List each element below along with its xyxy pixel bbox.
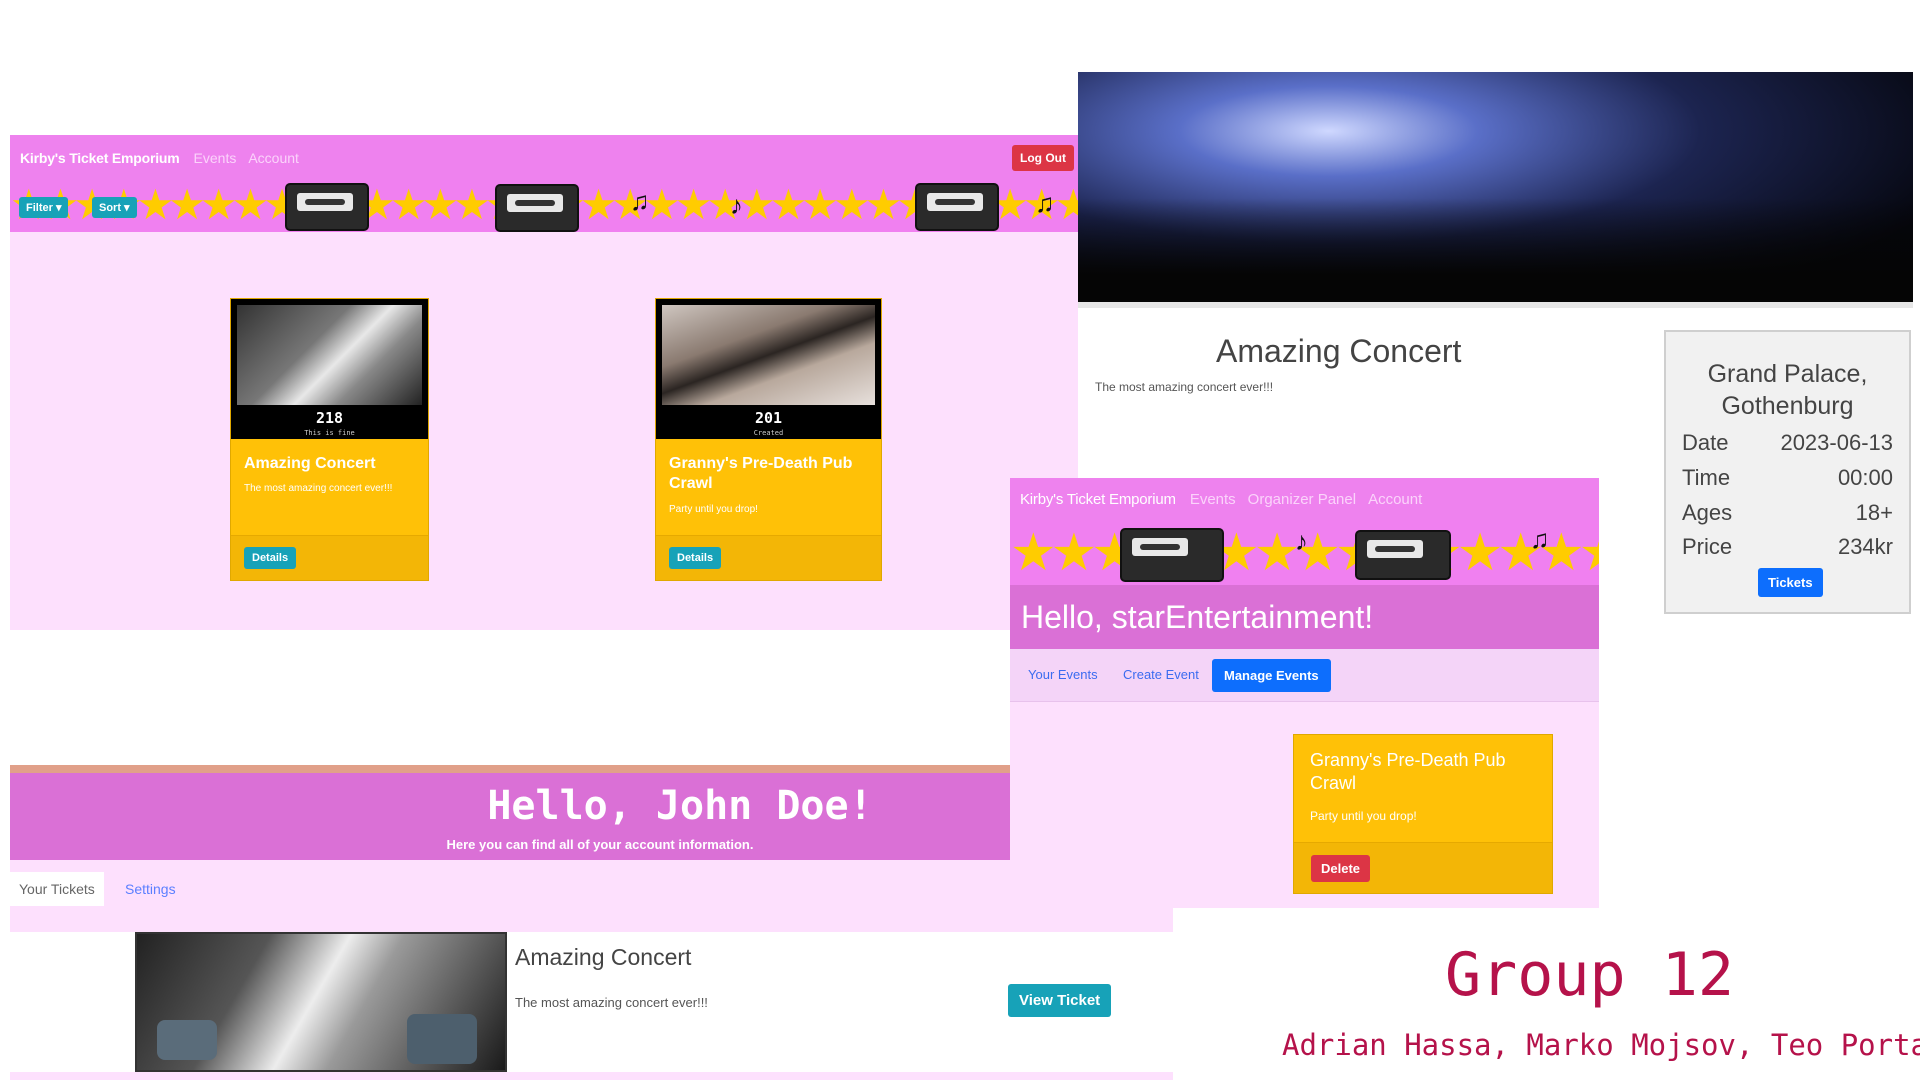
- event-info-box: Grand Palace, Gothenburg Date 2023-06-13…: [1664, 330, 1911, 614]
- event-image: 201 Created: [656, 299, 881, 439]
- info-row-date: Date 2023-06-13: [1682, 430, 1893, 460]
- card-footer: Delete: [1294, 842, 1552, 893]
- music-note-icon: ♫: [630, 186, 650, 216]
- nav-events[interactable]: Events: [1190, 491, 1236, 508]
- event-detail-title: Amazing Concert: [1216, 333, 1462, 369]
- music-note-icon: ♫: [1530, 524, 1550, 554]
- tab-create-event[interactable]: Create Event: [1123, 667, 1199, 682]
- nav-account[interactable]: Account: [1368, 491, 1422, 508]
- event-description: Party until you drop!: [669, 504, 758, 515]
- event-number: 201: [754, 409, 783, 427]
- tab-your-events[interactable]: Your Events: [1028, 667, 1098, 682]
- account-body: Amazing Concert The most amazing concert…: [10, 912, 1173, 1080]
- info-label: Ages: [1682, 500, 1733, 525]
- navbar: Kirby's Ticket Emporium Events Organizer…: [1010, 478, 1599, 520]
- ticket-title: Amazing Concert: [515, 944, 692, 970]
- info-value: 00:00: [1837, 465, 1893, 490]
- info-label: Time: [1682, 465, 1731, 490]
- view-ticket-button[interactable]: View Ticket: [1008, 984, 1112, 1017]
- banner-strip: [10, 765, 1010, 773]
- managed-event-card: Granny's Pre-Death Pub Crawl Party until…: [1293, 734, 1553, 894]
- sort-label: Sort: [99, 202, 121, 214]
- managed-event-title: Granny's Pre-Death Pub Crawl: [1310, 750, 1506, 793]
- event-title: Granny's Pre-Death Pub Crawl: [669, 455, 853, 492]
- venue-name: Grand Palace, Gothenburg: [1707, 360, 1868, 420]
- info-row-time: Time 00:00: [1682, 465, 1893, 495]
- card-footer: Details: [656, 535, 881, 580]
- header-banner: ★★★★★★★★★★★★★★★★★★★★★★★★ ♪ ♫: [1010, 520, 1599, 585]
- delete-button[interactable]: Delete: [1311, 855, 1371, 882]
- account-subtitle: Here you can find all of your account in…: [446, 837, 754, 852]
- card-footer: Details: [231, 535, 428, 580]
- group-title: Group 12: [1445, 940, 1734, 1010]
- puppies-image: [662, 305, 875, 405]
- cassette-icon: [1120, 528, 1224, 582]
- tab-manage-events[interactable]: Manage Events: [1212, 659, 1331, 692]
- log-out-button[interactable]: Log Out: [1012, 145, 1074, 171]
- cassette-icon: [915, 183, 999, 231]
- music-note-icon: ♪: [730, 190, 743, 220]
- event-caption: This is fine: [304, 429, 355, 437]
- crowd-silhouette: [1078, 198, 1913, 308]
- filter-label: Filter: [26, 202, 53, 214]
- nav-events[interactable]: Events: [194, 150, 237, 166]
- event-card: 201 Created Granny's Pre-Death Pub Crawl…: [655, 298, 882, 581]
- events-page-screenshot: Kirby's Ticket Emporium Events Account L…: [10, 135, 1078, 630]
- tab-settings[interactable]: Settings: [125, 881, 176, 897]
- event-description: The most amazing concert ever!!!: [244, 483, 393, 494]
- event-card: 218 This is fine Amazing Concert The mos…: [230, 298, 429, 581]
- brand-link[interactable]: Kirby's Ticket Emporium: [1020, 491, 1176, 508]
- nav-account[interactable]: Account: [248, 150, 299, 166]
- details-button[interactable]: Details: [669, 547, 722, 569]
- ticket-description: The most amazing concert ever!!!: [515, 995, 708, 1010]
- info-row-ages: Ages 18+: [1682, 500, 1893, 530]
- event-caption: Created: [753, 429, 784, 437]
- event-detail-description: The most amazing concert ever!!!: [1095, 380, 1274, 394]
- info-value: 18+: [1855, 500, 1893, 525]
- navbar: Kirby's Ticket Emporium Events Account L…: [10, 135, 1078, 180]
- authors-list: Adrian Hassa, Marko Mojsov, Teo Portase: [1282, 1028, 1920, 1062]
- details-button[interactable]: Details: [244, 547, 297, 569]
- cassette-icon: [1355, 530, 1451, 580]
- account-greeting: Hello, John Doe!: [487, 783, 873, 829]
- dog-paint-image: [237, 305, 422, 405]
- cassette-icon: [495, 184, 579, 232]
- ticket-row: Amazing Concert The most amazing concert…: [10, 932, 1173, 1072]
- event-number: 218: [315, 409, 344, 427]
- music-note-icon: ♫: [1035, 188, 1055, 218]
- cassette-icon: [285, 183, 369, 231]
- paint-can-shape: [157, 1020, 217, 1060]
- tab-your-tickets[interactable]: Your Tickets: [10, 872, 104, 906]
- music-note-icon: ♪: [1295, 526, 1308, 556]
- account-tabs: Your Tickets Settings: [10, 860, 1173, 912]
- brand-link[interactable]: Kirby's Ticket Emporium: [20, 150, 180, 166]
- event-title: Amazing Concert: [244, 455, 376, 472]
- event-image: 218 This is fine: [231, 299, 428, 439]
- info-row-price: Price 234kr: [1682, 534, 1893, 564]
- paint-can-shape: [407, 1014, 477, 1064]
- tickets-button[interactable]: Tickets: [1758, 568, 1823, 597]
- concert-hero-image: [1078, 72, 1913, 308]
- managed-event-description: Party until you drop!: [1310, 809, 1417, 823]
- info-label: Price: [1682, 534, 1733, 559]
- filter-dropdown[interactable]: Filter ▾: [19, 197, 69, 218]
- organizer-tabs: Your Events Create Event Manage Events: [1010, 649, 1599, 702]
- info-value: 234kr: [1837, 534, 1893, 559]
- ticket-event-image: [135, 932, 507, 1072]
- account-header: Hello, John Doe! Here you can find all o…: [10, 765, 1010, 860]
- info-label: Date: [1682, 430, 1729, 455]
- organizer-page-screenshot: Kirby's Ticket Emporium Events Organizer…: [1010, 478, 1599, 908]
- organizer-greeting: Hello, starEntertainment!: [1021, 599, 1374, 635]
- sort-dropdown[interactable]: Sort ▾: [92, 197, 137, 218]
- info-value: 2023-06-13: [1780, 430, 1893, 455]
- nav-organizer-panel[interactable]: Organizer Panel: [1248, 491, 1356, 508]
- organizer-greeting-bar: Hello, starEntertainment!: [1010, 585, 1599, 649]
- header-banner: ★★★★★★★★★★★★★★★★★★★★★★★★★★★★★★★★★★★★★★★★…: [10, 180, 1078, 232]
